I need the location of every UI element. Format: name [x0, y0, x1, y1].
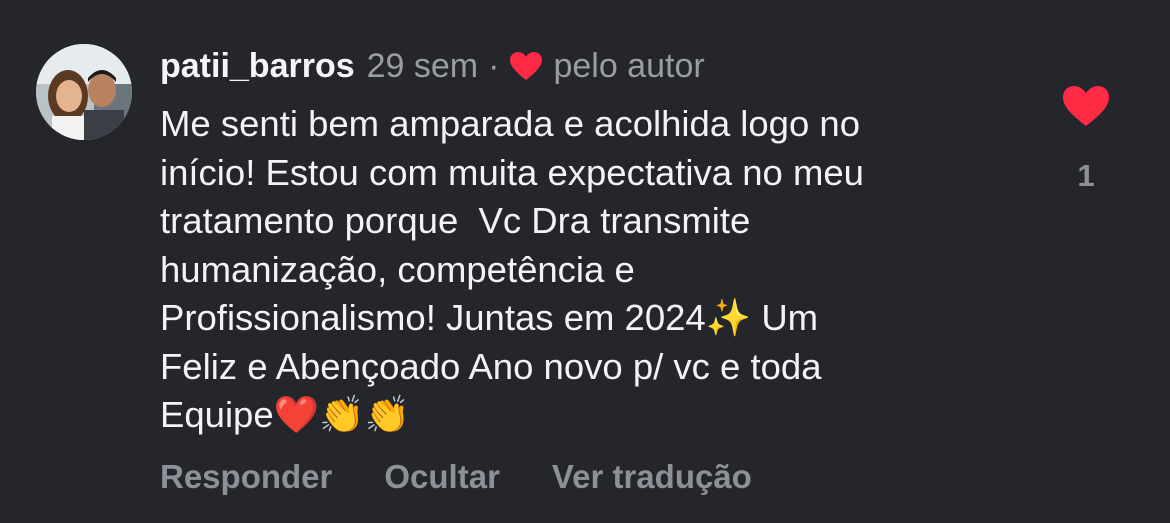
username[interactable]: patii_barros — [160, 47, 355, 86]
timestamp: 29 sem — [366, 46, 479, 85]
translate-button[interactable]: Ver tradução — [552, 458, 752, 496]
avatar-photo — [36, 44, 132, 140]
hide-button[interactable]: Ocultar — [384, 458, 500, 496]
like-count: 1 — [1077, 158, 1095, 193]
comment-header: patii_barros 29 sem · pelo autor — [160, 44, 705, 88]
separator: · — [488, 46, 500, 85]
comment-text: Me senti bem amparada e acolhida logo no… — [160, 103, 864, 435]
heart-icon — [510, 52, 543, 80]
liked-by-author-label: pelo autor — [553, 46, 705, 85]
like-section: 1 — [1060, 84, 1112, 194]
like-heart-icon[interactable] — [1061, 84, 1111, 128]
avatar[interactable] — [36, 44, 132, 140]
comment-actions: Responder Ocultar Ver tradução — [160, 458, 752, 496]
reply-button[interactable]: Responder — [160, 458, 332, 496]
